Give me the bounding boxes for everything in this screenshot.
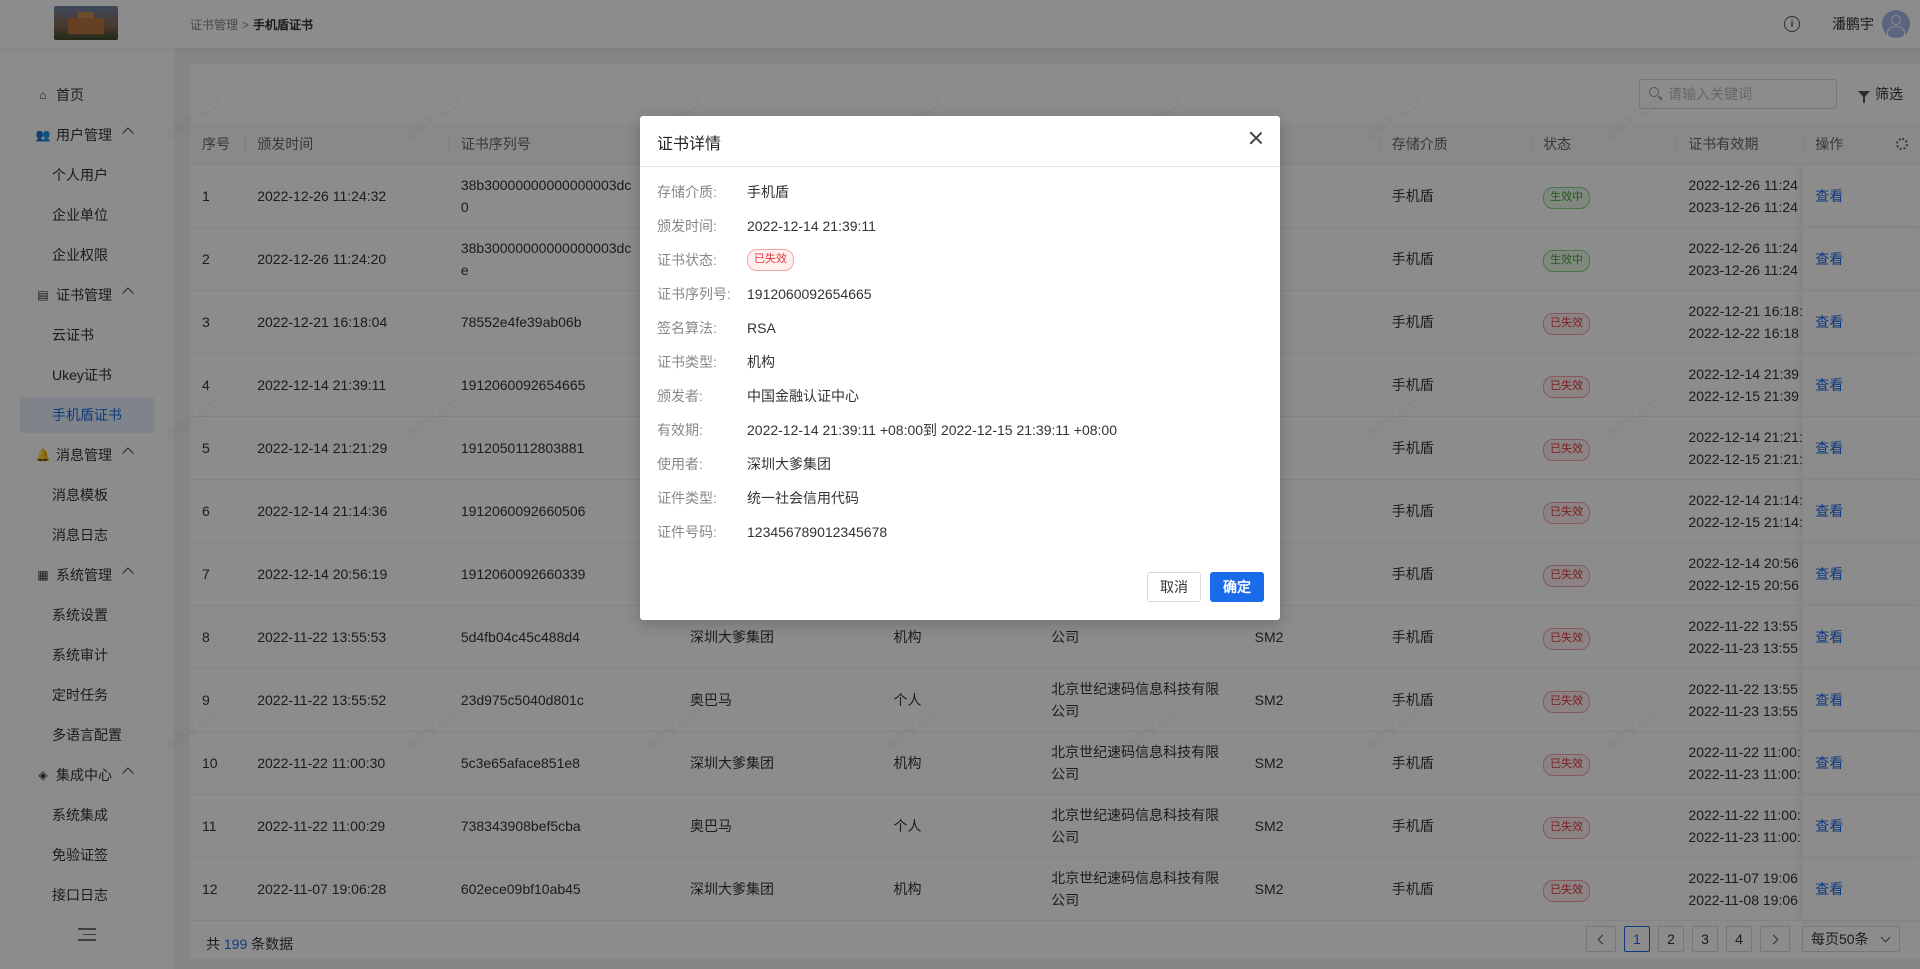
detail-row: 证书序列号: 1912060092654665 [657, 284, 872, 304]
detail-label: 使用者: [657, 456, 703, 472]
detail-row: 证书类型: 机构 [657, 352, 775, 372]
detail-value: RSA [747, 320, 776, 336]
confirm-button[interactable]: 确定 [1210, 572, 1264, 602]
detail-label: 证书类型: [657, 354, 717, 370]
detail-label: 颁发时间: [657, 218, 717, 234]
detail-row: 使用者: 深圳大爹集团 [657, 454, 831, 474]
detail-value: 统一社会信用代码 [747, 490, 859, 506]
detail-value: 机构 [747, 354, 775, 370]
divider [640, 166, 1280, 167]
detail-value: 2022-12-14 21:39:11 [747, 218, 876, 234]
detail-label: 证件号码: [657, 524, 717, 540]
detail-value: 深圳大爹集团 [747, 456, 831, 472]
certificate-detail-modal: 证书详情 存储介质: 手机盾颁发时间: 2022-12-14 21:39:11 证书状… [640, 116, 1280, 620]
detail-label: 证书状态: [657, 252, 717, 268]
detail-value: 2022-12-14 21:39:11 +08:00到 2022-12-15 2… [747, 422, 1118, 438]
detail-label: 签名算法: [657, 320, 717, 336]
detail-row: 颁发时间: 2022-12-14 21:39:11 [657, 216, 876, 236]
cancel-button[interactable]: 取消 [1147, 572, 1201, 602]
detail-row: 存储介质: 手机盾 [657, 182, 789, 202]
detail-row: 签名算法: RSA [657, 318, 776, 338]
detail-label: 颁发者: [657, 388, 703, 404]
detail-row: 证件号码: 123456789012345678 [657, 522, 887, 542]
detail-label: 有效期: [657, 422, 703, 438]
detail-row: 有效期: 2022-12-14 21:39:11 +08:00到 2022-12-… [657, 420, 1117, 440]
detail-row: 证件类型: 统一社会信用代码 [657, 488, 859, 508]
close-icon[interactable] [1248, 130, 1264, 146]
detail-row: 颁发者: 中国金融认证中心 [657, 386, 859, 406]
detail-value: 123456789012345678 [747, 524, 888, 540]
detail-value: 手机盾 [747, 184, 789, 200]
detail-value: 1912060092654665 [747, 286, 872, 302]
detail-row: 证书状态: 已失效 [657, 249, 794, 271]
modal-title: 证书详情 [657, 136, 722, 153]
status-badge: 已失效 [747, 249, 794, 271]
detail-label: 证书序列号: [657, 286, 731, 302]
detail-label: 证件类型: [657, 490, 717, 506]
detail-value: 中国金融认证中心 [747, 388, 859, 404]
detail-label: 存储介质: [657, 184, 717, 200]
